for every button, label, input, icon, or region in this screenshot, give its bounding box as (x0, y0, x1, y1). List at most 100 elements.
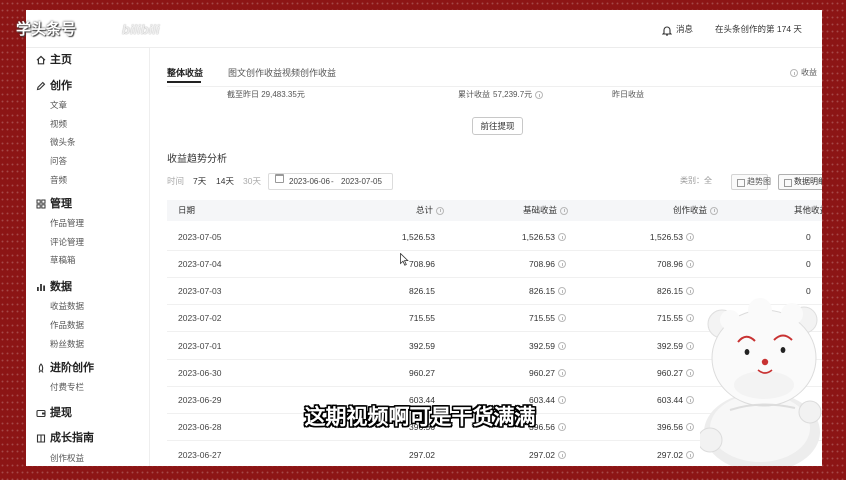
cell-basic-income: 715.55 (529, 305, 566, 331)
tab-article-income[interactable]: 图文创作收益 (228, 67, 282, 79)
cell-date: 2023-07-02 (178, 313, 222, 323)
info-icon[interactable] (686, 233, 694, 241)
cell-value: 960.27 (529, 368, 555, 378)
header-label: 基础收益 (522, 205, 557, 215)
info-icon[interactable] (558, 423, 566, 431)
sidebar-subitem-fans-data[interactable]: 粉丝数据 (50, 338, 84, 350)
income-help-link[interactable]: 收益 (790, 67, 817, 79)
column-header-basic-income: 基础收益 (523, 204, 568, 217)
info-icon[interactable] (686, 287, 694, 295)
info-icon[interactable] (686, 314, 694, 322)
cell-date: 2023-07-04 (178, 259, 222, 269)
info-icon[interactable] (710, 206, 718, 215)
cell-creation-income: 297.02 (657, 442, 694, 466)
info-icon[interactable] (558, 233, 566, 241)
info-icon[interactable] (558, 260, 566, 268)
sidebar-item-advanced-create[interactable]: 进阶创作 (26, 361, 149, 375)
cell-creation-income: 960.27 (657, 360, 694, 386)
cell-date: 2023-07-05 (178, 232, 222, 242)
sidebar-item-home[interactable]: 主页 (26, 53, 149, 67)
sidebar-subitem-video[interactable]: 视频 (50, 118, 67, 130)
view-button-label: 数据明细 (794, 177, 822, 186)
help-icon (790, 69, 798, 77)
sidebar-subitem-creator-rights[interactable]: 创作权益 (50, 452, 84, 464)
sidebar-item-create[interactable]: 创作 (26, 79, 149, 93)
category-label: 类别： (680, 176, 704, 185)
range-14-days[interactable]: 14天 (216, 175, 234, 187)
withdraw-button[interactable]: 前往提现 (472, 117, 523, 135)
info-icon[interactable] (686, 342, 694, 350)
cell-date: 2023-07-03 (178, 286, 222, 296)
info-icon[interactable] (558, 396, 566, 404)
range-7-days[interactable]: 7天 (193, 175, 206, 187)
grid-icon (36, 199, 46, 209)
sidebar-item-manage[interactable]: 管理 (26, 197, 149, 211)
info-icon[interactable] (686, 396, 694, 404)
bell-icon[interactable] (661, 23, 673, 36)
sidebar-subitem-works-manage[interactable]: 作品管理 (50, 217, 84, 229)
sidebar-subitem-qa[interactable]: 问答 (50, 155, 67, 167)
cell-creation-income: 715.55 (657, 305, 694, 331)
sidebar-subitem-works-data[interactable]: 作品数据 (50, 319, 84, 331)
info-icon[interactable] (558, 314, 566, 322)
cell-value: 826.15 (657, 286, 683, 296)
sidebar-subitem-drafts[interactable]: 草稿箱 (50, 254, 76, 266)
cell-total: 826.15 (409, 286, 435, 296)
date-range-picker[interactable]: 2023-06-06 - 2023-07-05 (268, 173, 393, 190)
cell-value: 603.44 (657, 395, 683, 405)
info-icon[interactable] (686, 260, 694, 268)
date-range-end: 2023-07-05 (341, 177, 382, 186)
view-trend-chart-button[interactable]: 趋势图 (731, 174, 771, 190)
info-icon[interactable] (686, 423, 694, 431)
info-icon[interactable] (558, 287, 566, 295)
sidebar-item-label: 进阶创作 (50, 362, 94, 374)
sidebar-item-data[interactable]: 数据 (26, 280, 149, 294)
cell-creation-income: 392.59 (657, 333, 694, 359)
chart-view-icon (737, 178, 745, 187)
cell-basic-income: 826.15 (529, 278, 566, 304)
info-icon[interactable] (558, 451, 566, 459)
sidebar-item-withdraw[interactable]: 提现 (26, 406, 149, 420)
view-data-detail-button[interactable]: 数据明细 (778, 174, 822, 190)
sidebar-subitem-article[interactable]: 文章 (50, 99, 67, 111)
info-icon[interactable] (558, 342, 566, 350)
sidebar-subitem-paid-column[interactable]: 付费专栏 (50, 381, 84, 393)
sidebar-subitem-audio[interactable]: 音频 (50, 174, 67, 186)
tab-overall-income[interactable]: 整体收益 (167, 67, 203, 79)
cell-date: 2023-06-27 (178, 450, 222, 460)
sidebar-subitem-comments-manage[interactable]: 评论管理 (50, 236, 84, 248)
column-header-date: 日期 (178, 204, 195, 217)
cell-basic-income: 392.59 (529, 333, 566, 359)
channel-watermark: 学头条号 (16, 21, 77, 38)
cell-date: 2023-06-30 (178, 368, 222, 378)
cell-date: 2023-06-29 (178, 395, 222, 405)
tabs-divider (167, 86, 822, 87)
info-icon[interactable] (558, 369, 566, 377)
cartoon-mascot (700, 298, 822, 466)
tab-video-income[interactable]: 视频创作收益 (282, 67, 336, 79)
sidebar-item-growth-guide[interactable]: 成长指南 (26, 431, 149, 445)
sidebar-subitem-micro-post[interactable]: 微头条 (50, 136, 76, 148)
info-icon[interactable] (535, 91, 544, 99)
sidebar-item-label: 管理 (50, 198, 72, 210)
cell-total: 392.59 (409, 341, 435, 351)
creator-days-text: 在头条创作的第 174 天 (715, 24, 802, 34)
cell-value: 960.27 (657, 368, 683, 378)
info-icon[interactable] (686, 451, 694, 459)
info-icon[interactable] (560, 206, 568, 215)
cell-creation-income: 1,526.53 (650, 224, 694, 250)
cell-value: 1,526.53 (521, 232, 555, 242)
category-filter[interactable]: 类别：全 (680, 175, 712, 187)
cell-basic-income: 708.96 (529, 251, 566, 277)
bilibili-watermark: bilibili (122, 22, 160, 37)
cell-other-income: 0 (806, 232, 811, 242)
range-30-days[interactable]: 30天 (243, 175, 261, 187)
sidebar-subitem-income-data[interactable]: 收益数据 (50, 300, 84, 312)
notification-link[interactable]: 消息 (676, 23, 693, 35)
cell-value: 708.96 (657, 259, 683, 269)
cell-total: 960.27 (409, 368, 435, 378)
view-button-label: 趋势图 (747, 177, 771, 186)
info-icon[interactable] (686, 369, 694, 377)
info-icon[interactable] (436, 206, 444, 215)
summary-yesterday-income: 昨日收益 (612, 89, 644, 101)
